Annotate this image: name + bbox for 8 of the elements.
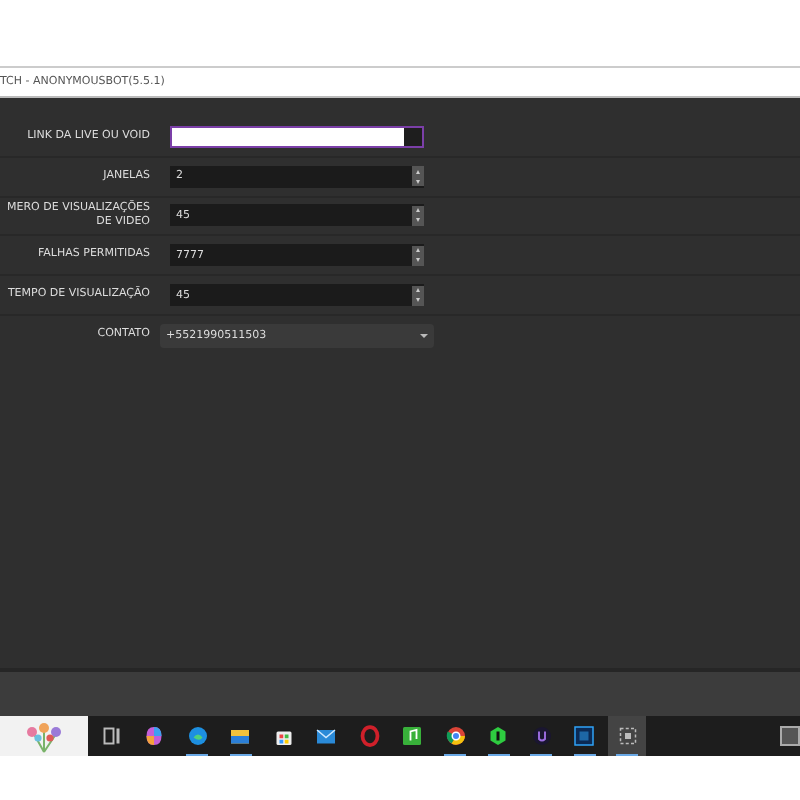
input-field[interactable]: [170, 125, 424, 148]
spinner-icon[interactable]: [412, 285, 424, 306]
spinner-icon[interactable]: [412, 205, 424, 226]
spinner-icon[interactable]: [412, 166, 424, 187]
spinner-icon[interactable]: [412, 245, 424, 266]
screenshot-icon[interactable]: [608, 716, 646, 756]
tray-icon[interactable]: [780, 726, 800, 746]
caret-icon: [420, 333, 428, 338]
